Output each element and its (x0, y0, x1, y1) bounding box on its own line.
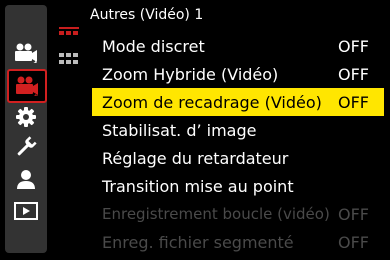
svg-text:1: 1 (33, 57, 37, 64)
main-tab-sidebar: 1 2 (5, 5, 47, 253)
menu-item-label: Stabilisat. d’ image (102, 120, 257, 140)
menu-item-value: OFF (338, 36, 369, 56)
gear-icon[interactable] (5, 103, 47, 131)
menu-item-label: Zoom Hybride (Vidéo) (102, 64, 279, 84)
menu-item-zoom-hybride[interactable]: Zoom Hybride (Vidéo) OFF (92, 60, 384, 88)
menu-item-label: Réglage du retardateur (102, 148, 289, 168)
menu-item-stabilisateur[interactable]: Stabilisat. d’ image (92, 116, 384, 144)
wrench-icon[interactable] (5, 133, 47, 161)
menu-item-label: Mode discret (102, 36, 205, 56)
menu-item-retardateur[interactable]: Réglage du retardateur (92, 144, 384, 172)
menu-item-mode-discret[interactable]: Mode discret OFF (92, 32, 384, 60)
menu-item-value: OFF (338, 232, 369, 252)
menu-item-label: Transition mise au point (102, 176, 294, 196)
video-camera-icon[interactable]: 2 (7, 69, 47, 103)
sub-tab-group (56, 24, 86, 84)
menu-item-label: Enregistrement boucle (vidéo) (102, 205, 330, 223)
menu-title: Autres (Vidéo) 1 (90, 7, 204, 23)
svg-text:2: 2 (34, 90, 38, 97)
play-icon[interactable] (5, 197, 47, 225)
menu-item-value: OFF (338, 204, 369, 224)
menu-item-label: Zoom de recadrage (Vidéo) (102, 92, 322, 112)
menu-item-fichier-segmente: Enreg. fichier segmenté OFF (92, 228, 384, 256)
camera-custom-icon[interactable]: 1 (5, 39, 47, 67)
menu-item-enregistrement-boucle: Enregistrement boucle (vidéo) OFF (92, 200, 384, 228)
page-1-tab-icon[interactable] (56, 24, 80, 46)
user-icon[interactable] (5, 165, 47, 193)
menu-item-value: OFF (338, 92, 369, 112)
menu-item-value: OFF (338, 64, 369, 84)
page-2-tab-icon[interactable] (56, 50, 80, 72)
menu-item-label: Enreg. fichier segmenté (102, 232, 294, 252)
menu-list: Mode discret OFF Zoom Hybride (Vidéo) OF… (92, 32, 384, 256)
menu-item-zoom-recadrage[interactable]: Zoom de recadrage (Vidéo) OFF (92, 88, 384, 116)
menu-item-transition-map[interactable]: Transition mise au point (92, 172, 384, 200)
